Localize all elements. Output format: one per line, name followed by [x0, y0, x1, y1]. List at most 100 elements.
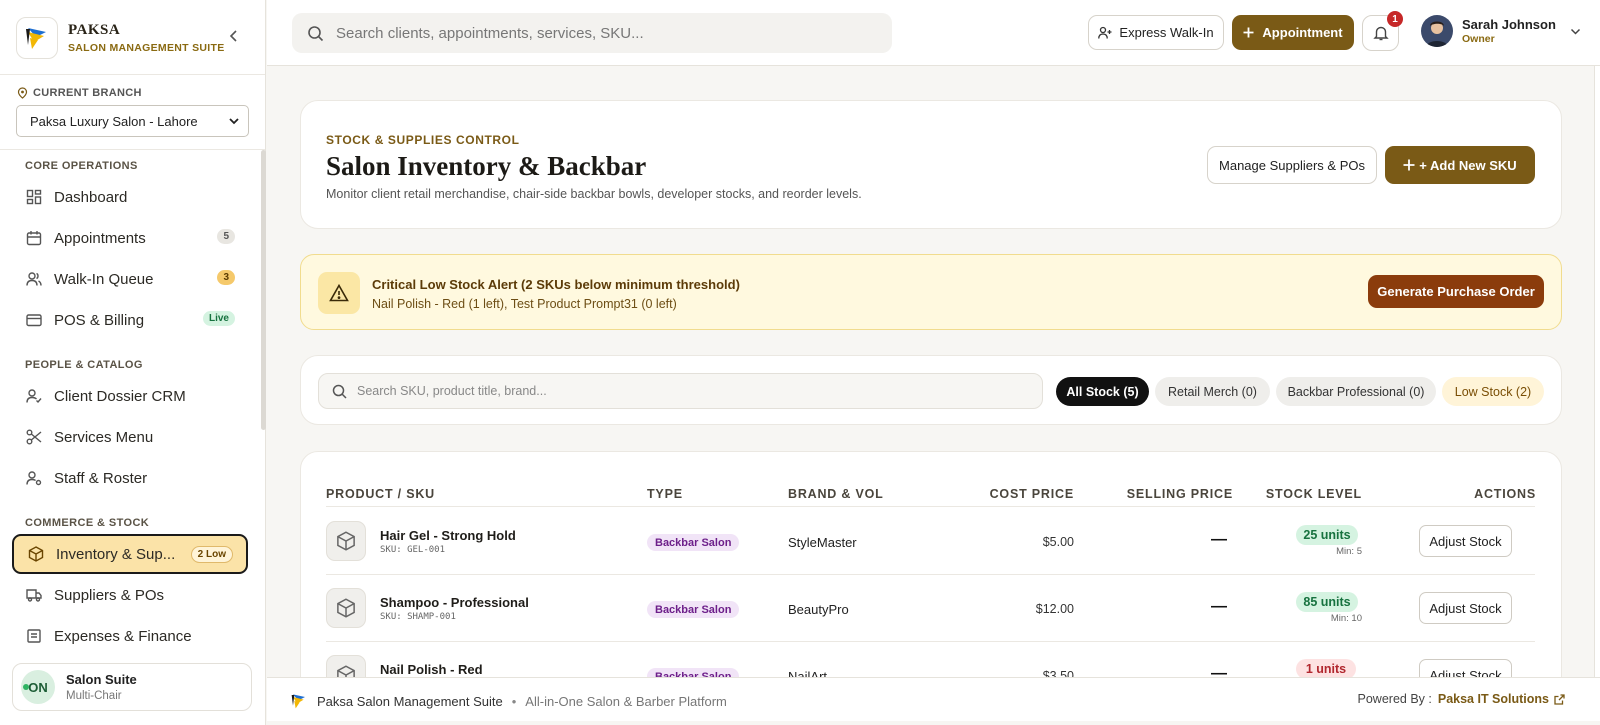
- product-name: Shampoo - Professional: [380, 595, 529, 610]
- sidebar-nav: CORE OPERATIONS Dashboard Appointments 5…: [0, 152, 260, 649]
- sidebar-item-label: Walk-In Queue: [54, 270, 154, 288]
- brand-logo: [289, 691, 309, 711]
- status-avatar: ON: [21, 670, 55, 704]
- warning-icon: [318, 272, 360, 314]
- online-dot: [23, 684, 29, 690]
- plus-icon: [1243, 27, 1254, 38]
- sidebar-item-label: Inventory & Sup...: [56, 545, 176, 563]
- user-menu[interactable]: Sarah Johnson Owner: [1421, 15, 1581, 47]
- sidebar-item-services-menu[interactable]: Services Menu: [12, 419, 248, 455]
- sidebar-plan-card[interactable]: ON Salon Suite Multi-Chair: [12, 663, 252, 711]
- sidebar-item-staff-roster[interactable]: Staff & Roster: [12, 460, 248, 496]
- sidebar-item-label: POS & Billing: [54, 311, 145, 329]
- pill-label: Low Stock (2): [1454, 384, 1532, 399]
- box-icon: [326, 588, 366, 628]
- table-row: Shampoo - Professional SKU: SHAMP-001 Ba…: [301, 575, 1561, 641]
- collapse-sidebar-button[interactable]: [224, 26, 244, 46]
- footer-separator: •: [511, 693, 517, 709]
- sidebar-item-label: Client Dossier CRM: [54, 387, 186, 405]
- user-name: Sarah Johnson: [1462, 17, 1556, 32]
- cost-price: $5.00: [1042, 535, 1074, 549]
- stock-level-badge: 1 units: [1296, 659, 1356, 679]
- app-root: PAKSA SALON MANAGEMENT SUITE CURRENT BRA…: [0, 0, 1600, 725]
- bell-icon: [1372, 25, 1389, 41]
- sidebar-scrollbar[interactable]: [261, 150, 266, 430]
- sidebar-item-walk-in-queue[interactable]: Walk-In Queue 3: [12, 261, 248, 297]
- product-brand: StyleMaster: [788, 535, 857, 550]
- selling-price: —: [1211, 531, 1227, 548]
- sidebar-item-label: Dashboard: [54, 188, 128, 206]
- chevron-down-icon: [1570, 26, 1581, 37]
- notifications-button[interactable]: 1: [1362, 11, 1403, 51]
- low-stock-alert: Critical Low Stock Alert (2 SKUs below m…: [300, 254, 1562, 330]
- live-badge: Live: [202, 311, 235, 326]
- brand-subtitle: SALON MANAGEMENT SUITE: [68, 42, 225, 54]
- sidebar-item-label: Suppliers & POs: [54, 586, 165, 604]
- sidebar-item-client-crm[interactable]: Client Dossier CRM: [12, 378, 248, 414]
- sidebar-item-inventory[interactable]: Inventory & Sup... 2 Low: [12, 534, 248, 574]
- product-name: Nail Polish - Red: [380, 662, 483, 677]
- inventory-search-input[interactable]: Search SKU, product title, brand...: [318, 373, 1043, 409]
- type-badge: Backbar Salon: [647, 534, 740, 551]
- alert-subtitle: Nail Polish - Red (1 left), Test Product…: [372, 297, 677, 311]
- sidebar-item-dashboard[interactable]: Dashboard: [12, 179, 248, 215]
- filter-backbar-professional[interactable]: Backbar Professional (0): [1276, 377, 1436, 406]
- sidebar-item-suppliers[interactable]: Suppliers & POs: [12, 577, 248, 613]
- global-search-input[interactable]: Search clients, appointments, services, …: [292, 13, 892, 53]
- adjust-stock-button[interactable]: Adjust Stock: [1419, 592, 1512, 624]
- box-icon: [27, 546, 44, 563]
- sidebar-item-expenses[interactable]: Expenses & Finance: [12, 618, 248, 649]
- generate-purchase-order-button[interactable]: Generate Purchase Order: [1368, 275, 1544, 308]
- adjust-stock-button[interactable]: Adjust Stock: [1419, 525, 1512, 557]
- manage-suppliers-button[interactable]: Manage Suppliers & POs: [1207, 146, 1377, 184]
- company-link[interactable]: Paksa IT Solutions: [1438, 692, 1549, 706]
- card-icon: [25, 312, 42, 329]
- sidebar-item-appointments[interactable]: Appointments 5: [12, 220, 248, 256]
- cost-price: $12.00: [1035, 602, 1074, 616]
- footer-tagline: All-in-One Salon & Barber Platform: [525, 693, 727, 709]
- user-settings-icon: [25, 470, 42, 487]
- main-scrollbar[interactable]: [1594, 66, 1600, 677]
- pill-label: Retail Merch (0): [1168, 384, 1257, 399]
- sidebar: PAKSA SALON MANAGEMENT SUITE CURRENT BRA…: [0, 0, 266, 725]
- powered-by-label: Powered By :: [1357, 692, 1432, 706]
- footer-app-name: Paksa Salon Management Suite: [317, 693, 503, 709]
- product-sku: SKU: SHAMP-001: [380, 612, 456, 622]
- box-icon: [326, 521, 366, 561]
- stock-level-badge: 25 units: [1296, 525, 1358, 545]
- add-sku-button[interactable]: + Add New SKU: [1385, 146, 1535, 184]
- product-sku: SKU: GEL-001: [380, 545, 446, 555]
- filter-retail-merch[interactable]: Retail Merch (0): [1155, 377, 1270, 406]
- filter-bar: Search SKU, product title, brand... All …: [300, 355, 1562, 425]
- nav-section-title: PEOPLE & CATALOG: [25, 359, 143, 371]
- product-name: Hair Gel - Strong Hold: [380, 528, 516, 543]
- column-header: SELLING PRICE: [1126, 487, 1233, 501]
- column-header: BRAND & VOL: [788, 487, 884, 501]
- branch-select[interactable]: Paksa Luxury Salon - Lahore: [16, 105, 249, 137]
- pill-label: Backbar Professional (0): [1287, 384, 1425, 399]
- plan-subtitle: Multi-Chair: [66, 690, 122, 702]
- search-placeholder: Search SKU, product title, brand...: [357, 384, 547, 398]
- low-stock-badge: 2 Low: [190, 546, 233, 563]
- express-walk-in-button[interactable]: Express Walk-In: [1088, 15, 1224, 50]
- count-badge: 3: [217, 270, 235, 285]
- column-header: PRODUCT / SKU: [326, 487, 436, 501]
- branch-selected-value: Paksa Luxury Salon - Lahore: [30, 113, 198, 129]
- page-header-card: STOCK & SUPPLIES CONTROL Salon Inventory…: [300, 100, 1562, 229]
- search-icon: [332, 384, 357, 399]
- filter-low-stock[interactable]: Low Stock (2): [1442, 377, 1544, 406]
- filter-all-stock[interactable]: All Stock (5): [1056, 377, 1149, 406]
- column-header: COST PRICE: [989, 487, 1074, 501]
- button-label: Express Walk-In: [1119, 25, 1214, 40]
- type-badge: Backbar Salon: [647, 601, 740, 618]
- selling-price: —: [1211, 598, 1227, 615]
- stock-minimum: Min: 5: [1336, 546, 1362, 557]
- finance-icon: [25, 628, 42, 645]
- product-brand: BeautyPro: [788, 602, 849, 617]
- sidebar-item-pos-billing[interactable]: POS & Billing Live: [12, 302, 248, 338]
- brand-logo: [16, 17, 58, 59]
- column-header: TYPE: [647, 487, 683, 501]
- plus-icon: [1403, 159, 1415, 171]
- new-appointment-button[interactable]: Appointment: [1232, 15, 1354, 50]
- page-eyebrow: STOCK & SUPPLIES CONTROL: [326, 133, 520, 147]
